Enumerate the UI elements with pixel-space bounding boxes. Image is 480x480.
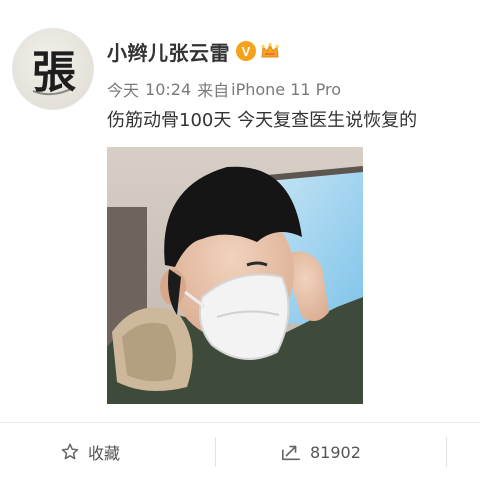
action-separator bbox=[446, 437, 447, 467]
favorite-label: 收藏 bbox=[88, 444, 121, 463]
verified-badge-icon: V bbox=[236, 41, 256, 61]
action-separator bbox=[215, 437, 216, 467]
post-meta: 今天 10:24 来自 iPhone 11 Pro bbox=[107, 78, 347, 101]
calligraphy-avatar-icon: 張 bbox=[32, 47, 76, 98]
author-name[interactable]: 小辫儿张云雷 bbox=[107, 37, 230, 66]
post-time: 10:24 bbox=[145, 79, 192, 99]
post-text: 伤筋动骨100天 今天复查医生说恢复的 bbox=[107, 110, 418, 131]
action-bar: 收藏 81902 bbox=[0, 423, 480, 480]
repost-icon bbox=[280, 442, 302, 462]
post-source-device[interactable]: iPhone 11 Pro bbox=[231, 80, 341, 99]
repost-button[interactable]: 81902 bbox=[280, 439, 361, 465]
post-source-prefix: 来自 bbox=[197, 81, 230, 100]
author-row: 小辫儿张云雷 V bbox=[107, 36, 280, 66]
crown-icon bbox=[260, 41, 280, 61]
post-photo[interactable] bbox=[107, 147, 363, 404]
repost-count: 81902 bbox=[310, 442, 361, 462]
photo-man-in-mask-in-car-icon bbox=[107, 147, 363, 404]
favorite-button[interactable]: 收藏 bbox=[60, 439, 120, 465]
author-avatar[interactable]: 張 bbox=[12, 28, 94, 110]
star-outline-icon bbox=[60, 442, 80, 462]
post-day: 今天 bbox=[107, 81, 140, 100]
